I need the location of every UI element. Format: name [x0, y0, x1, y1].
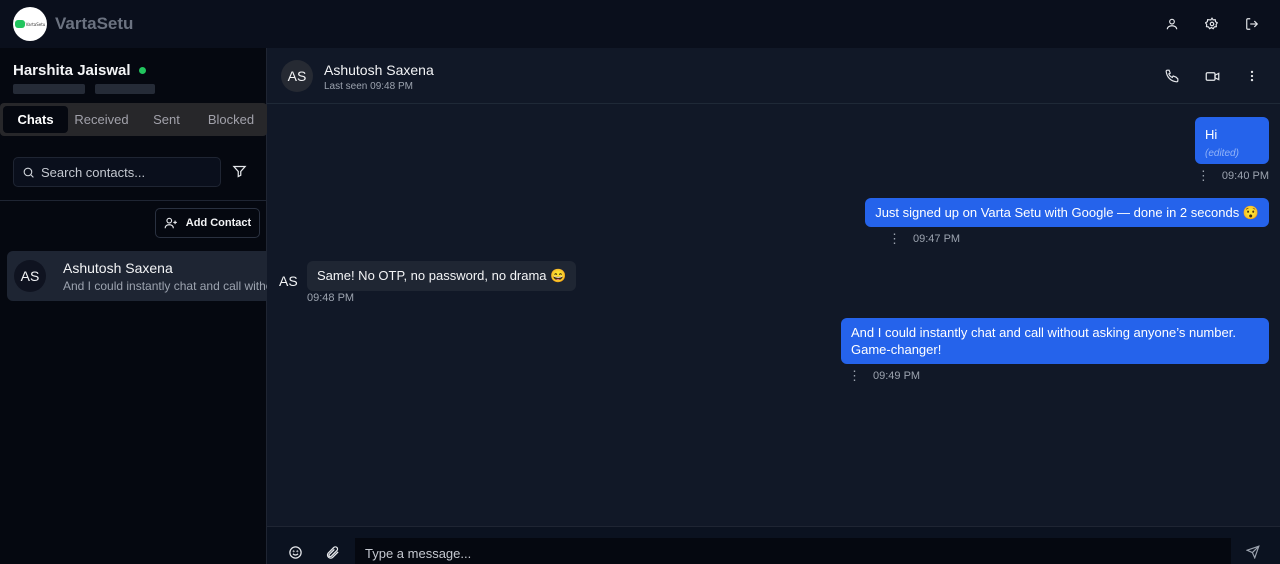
paperclip-icon	[326, 546, 339, 559]
divider	[0, 200, 267, 201]
user-plus-icon	[164, 217, 177, 229]
message-text: Just signed up on Varta Setu with Google…	[875, 205, 1259, 220]
chat-bubble-logo-icon	[14, 20, 25, 28]
filter-button[interactable]	[232, 164, 247, 182]
attach-button[interactable]	[325, 545, 340, 563]
user-email-redacted	[13, 84, 155, 94]
message-list: Hi (edited) ⋮ 09:40 PM Just signed up on…	[267, 104, 1280, 526]
contact-item[interactable]: AS Ashutosh Saxena And I could instantly…	[7, 251, 267, 301]
chat-contact-name: Ashutosh Saxena	[324, 62, 434, 78]
send-icon	[1245, 545, 1260, 560]
message-bubble-outgoing[interactable]: And I could instantly chat and call with…	[841, 318, 1269, 364]
message-text: Same! No OTP, no password, no drama 😄	[317, 268, 567, 283]
more-options-button[interactable]	[1242, 66, 1262, 86]
send-button[interactable]	[1245, 545, 1260, 562]
voice-call-button[interactable]	[1162, 66, 1182, 86]
message-meta: ⋮ 09:49 PM	[848, 368, 920, 384]
tab-chats[interactable]: Chats	[3, 106, 68, 133]
settings-button[interactable]	[1202, 14, 1222, 34]
app-logo[interactable]: VartaSetu	[13, 7, 47, 41]
tab-received[interactable]: Received	[68, 106, 135, 133]
logout-button[interactable]	[1242, 14, 1262, 34]
message-time: 09:40 PM	[1221, 170, 1269, 182]
chat-header: AS Ashutosh Saxena Last seen 09:48 PM	[267, 48, 1280, 104]
emoji-button[interactable]	[288, 545, 303, 563]
message-meta: 09:48 PM	[307, 292, 354, 304]
contact-tabs: Chats Received Sent Blocked	[0, 103, 267, 136]
message-time: 09:49 PM	[873, 370, 921, 382]
user-icon	[1166, 18, 1178, 30]
tab-blocked[interactable]: Blocked	[198, 106, 264, 133]
sender-avatar: AS	[279, 273, 298, 289]
more-vertical-icon	[1250, 70, 1254, 82]
message-options-icon[interactable]: ⋮	[1197, 168, 1210, 184]
profile-button[interactable]	[1162, 14, 1182, 34]
settings-icon	[1205, 17, 1219, 30]
message-input[interactable]	[355, 538, 1231, 564]
top-actions	[1162, 14, 1262, 34]
tab-sent[interactable]: Sent	[135, 106, 198, 133]
video-call-button[interactable]	[1202, 66, 1222, 86]
message-text: Hi	[1205, 127, 1218, 142]
message-composer	[267, 526, 1280, 564]
redacted-text	[95, 84, 155, 94]
message-bubble-outgoing[interactable]: Hi (edited)	[1195, 117, 1269, 164]
chat-avatar[interactable]: AS	[281, 60, 313, 92]
message-bubble-incoming[interactable]: Same! No OTP, no password, no drama 😄	[307, 261, 577, 291]
video-icon	[1205, 71, 1219, 81]
message-text: And I could instantly chat and call with…	[851, 325, 1236, 357]
contact-text: Ashutosh Saxena And I could instantly ch…	[63, 260, 267, 293]
online-status-indicator	[138, 67, 146, 74]
chat-actions	[1162, 66, 1262, 86]
contact-last-message: And I could instantly chat and call with…	[63, 278, 267, 293]
message-options-icon[interactable]: ⋮	[888, 231, 901, 247]
message-options-icon[interactable]: ⋮	[848, 368, 861, 384]
message-time: 09:48 PM	[307, 292, 355, 304]
message-meta: ⋮ 09:47 PM	[888, 231, 960, 247]
user-name: Harshita Jaiswal	[13, 62, 131, 79]
contact-name: Ashutosh Saxena	[63, 259, 173, 276]
edited-label: (edited)	[1205, 148, 1239, 159]
logout-icon	[1246, 18, 1259, 30]
avatar: AS	[14, 260, 46, 292]
smile-icon	[289, 546, 302, 559]
last-seen-status: Last seen 09:48 PM	[324, 81, 413, 92]
message-bubble-outgoing[interactable]: Just signed up on Varta Setu with Google…	[865, 198, 1269, 227]
search-icon	[23, 167, 34, 178]
add-contact-label: Add Contact	[185, 217, 252, 229]
current-user: Harshita Jaiswal	[13, 62, 146, 79]
app-name: VartaSetu	[55, 14, 134, 33]
search-input[interactable]	[41, 164, 211, 180]
filter-icon	[232, 165, 247, 178]
redacted-text	[13, 84, 85, 94]
phone-icon	[1165, 69, 1179, 83]
message-meta: ⋮ 09:40 PM	[1197, 168, 1269, 184]
logo-text: VartaSetu	[25, 21, 46, 27]
add-contact-button[interactable]: Add Contact	[155, 208, 260, 238]
message-time: 09:47 PM	[913, 233, 961, 245]
top-bar: VartaSetu VartaSetu	[0, 0, 1280, 48]
search-box	[13, 157, 221, 187]
sidebar: Harshita Jaiswal Chats Received Sent Blo…	[0, 48, 267, 564]
